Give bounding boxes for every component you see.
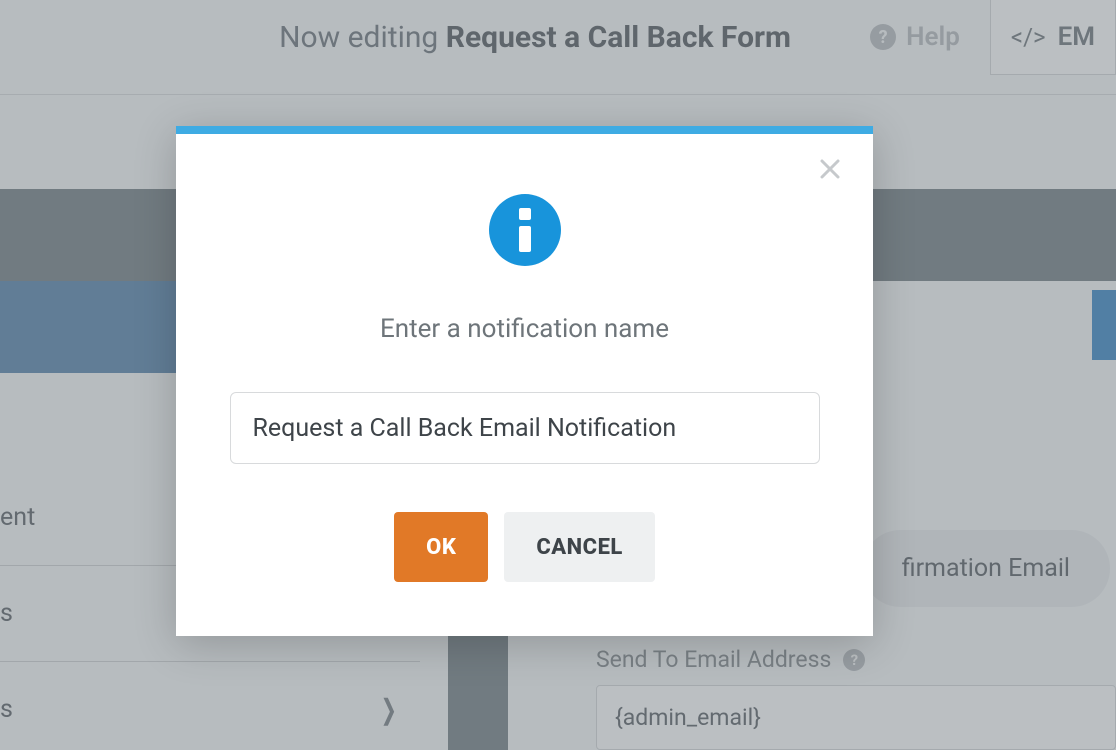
info-icon bbox=[489, 194, 561, 266]
modal-buttons: OK CANCEL bbox=[176, 512, 873, 582]
modal-title: Enter a notification name bbox=[176, 314, 873, 344]
cancel-button[interactable]: CANCEL bbox=[504, 512, 654, 582]
close-button[interactable] bbox=[815, 154, 845, 184]
close-icon bbox=[820, 159, 840, 179]
ok-button[interactable]: OK bbox=[394, 512, 488, 582]
modal-accent-stripe bbox=[176, 126, 873, 134]
notification-name-input[interactable] bbox=[230, 392, 820, 464]
notification-name-modal: Enter a notification name OK CANCEL bbox=[176, 126, 873, 636]
